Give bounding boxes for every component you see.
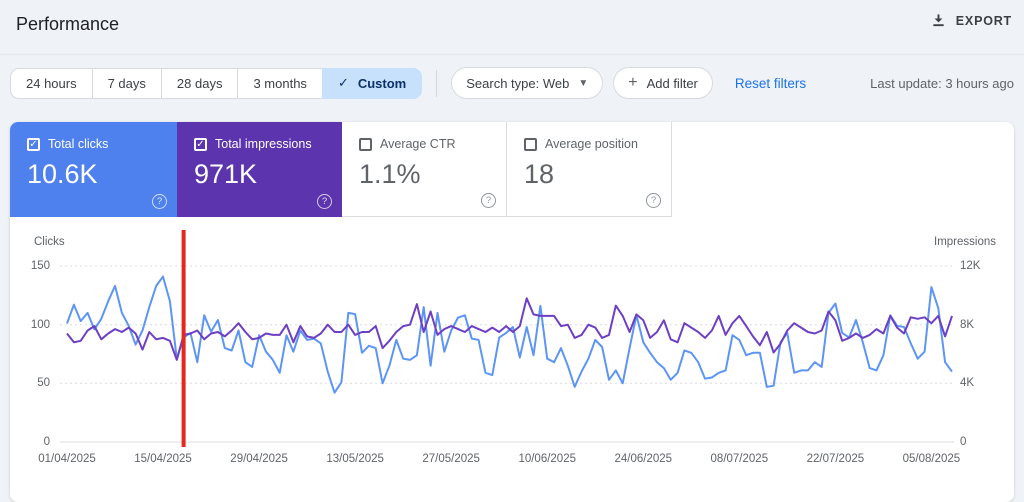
reset-filters-link[interactable]: Reset filters <box>735 76 806 91</box>
x-axis-tick: 15/04/2025 <box>134 453 192 465</box>
x-axis-tick: 05/08/2025 <box>902 453 961 465</box>
date-range-24-hours[interactable]: 24 hours <box>10 67 93 99</box>
left-axis-tick: 150 <box>30 260 50 272</box>
right-axis-title: Impressions <box>934 236 996 248</box>
last-update-text: Last update: 3 hours ago <box>870 75 1014 91</box>
right-axis-tick: 8K <box>960 318 975 331</box>
left-axis-tick: 50 <box>37 377 50 390</box>
checkmark-icon: ✓ <box>337 75 349 90</box>
plus-icon: + <box>628 74 638 91</box>
download-icon <box>931 13 946 28</box>
x-axis-tick: 08/07/2025 <box>710 453 769 465</box>
x-axis-tick: 24/06/2025 <box>614 453 673 465</box>
page-title: Performance <box>16 14 120 34</box>
date-range-7-days[interactable]: 7 days <box>91 67 162 99</box>
export-label: EXPORT <box>955 13 1012 28</box>
chevron-down-icon: ▼ <box>578 77 589 89</box>
left-axis-tick: 0 <box>43 436 50 448</box>
performance-chart[interactable] <box>10 122 1014 502</box>
search-console-performance-page: Performance EXPORT 24 hours 7 days 28 da… <box>0 0 1024 502</box>
filter-bar: 24 hours 7 days 28 days 3 months ✓ Custo… <box>10 66 1014 100</box>
x-axis-tick: 27/05/2025 <box>422 453 480 465</box>
left-axis-title: Clicks <box>34 236 65 248</box>
export-button[interactable]: EXPORT <box>931 13 1012 28</box>
date-range-3-months[interactable]: 3 months <box>237 67 323 99</box>
add-filter-button[interactable]: + Add filter <box>613 67 713 99</box>
date-range-28-days[interactable]: 28 days <box>160 67 239 99</box>
right-axis-tick: 0 <box>960 436 967 448</box>
left-axis-tick: 100 <box>30 318 50 331</box>
right-axis-tick: 4K <box>960 377 975 390</box>
right-axis-tick: 12K <box>960 260 981 272</box>
search-type-dropdown[interactable]: Search type: Web ▼ <box>451 67 604 99</box>
x-axis-tick: 29/04/2025 <box>230 453 288 465</box>
date-range-custom[interactable]: ✓ Custom <box>321 67 423 99</box>
x-axis-tick: 13/05/2025 <box>326 453 384 465</box>
x-axis-tick: 01/04/2025 <box>38 453 96 465</box>
x-axis-tick: 10/06/2025 <box>518 453 576 465</box>
header-divider <box>0 54 1024 55</box>
x-axis-tick: 22/07/2025 <box>806 453 865 465</box>
performance-panel: ✓ Total clicks 10.6K ? ✓ Total impressio… <box>10 122 1014 502</box>
date-range-selector: 24 hours 7 days 28 days 3 months ✓ Custo… <box>10 67 423 99</box>
filter-divider <box>436 69 438 97</box>
